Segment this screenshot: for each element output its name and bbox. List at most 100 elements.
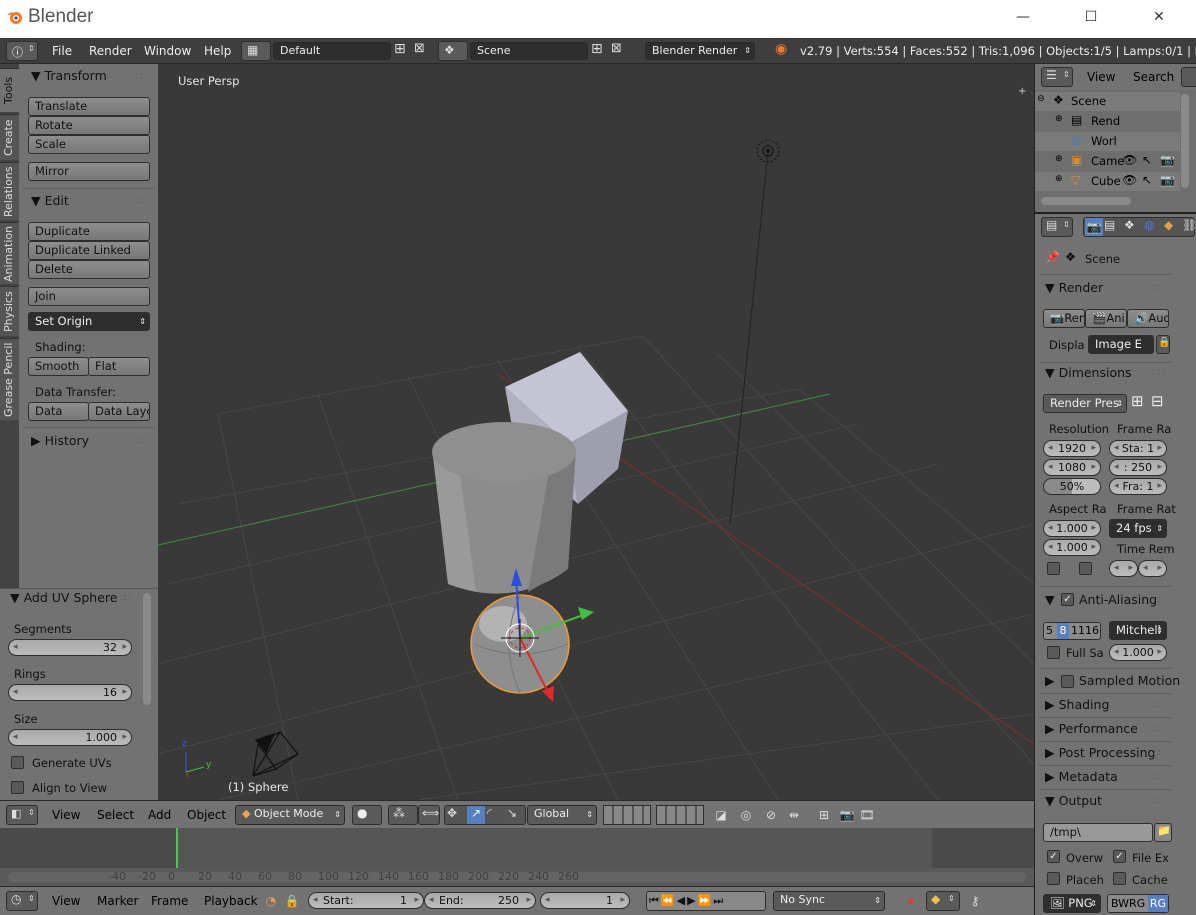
decrement-arrow-icon[interactable]: ◂ (1048, 521, 1053, 536)
display-mode-select[interactable] (1181, 67, 1196, 87)
collapse-icon[interactable]: ⊖ (1037, 94, 1045, 104)
aa-samples-8[interactable]: 8 (1057, 623, 1069, 639)
scene-browse-button[interactable]: ❖ (438, 41, 468, 61)
drag-grip-icon[interactable]: ∷∷ (1153, 724, 1165, 735)
decrement-arrow-icon[interactable]: ◂ (429, 893, 434, 908)
performance-panel-header[interactable]: ▶ Performance (1045, 721, 1138, 736)
delete-layout-icon[interactable]: ⊠ (414, 41, 425, 56)
aspect-x-field[interactable]: ◂ 1.000 ▸ (1043, 520, 1101, 537)
browse-folder-button[interactable]: 📁 (1154, 823, 1172, 842)
opengl-render-icon[interactable]: 📷 (838, 806, 856, 824)
shade-flat-button[interactable]: Flat (88, 357, 150, 376)
anti-aliasing-panel-header[interactable]: ▼ (1045, 592, 1055, 607)
decrement-arrow-icon[interactable]: ◂ (313, 893, 318, 908)
duplicate-linked-button[interactable]: Duplicate Linked (28, 241, 150, 260)
object-context-icon[interactable]: ◆ (1164, 218, 1173, 232)
sampled-motion-checkbox[interactable] (1061, 675, 1074, 688)
size-field[interactable]: ◂ 1.000 ▸ (8, 729, 132, 746)
edit-panel-header[interactable]: ▼ Edit (31, 193, 69, 208)
eye-icon[interactable]: 👁 (1122, 173, 1137, 187)
key-icon[interactable]: ⚷ (966, 892, 984, 910)
drag-grip-icon[interactable]: ∷∷ (1153, 283, 1165, 294)
menu-file[interactable]: File (52, 44, 72, 58)
list-item[interactable]: ◍ Worl (1035, 132, 1180, 151)
transform-orientation-select[interactable]: Global ⇕ (527, 805, 597, 825)
mode-select[interactable]: ◆ Object Mode ⇕ (235, 805, 345, 825)
editor-type-button[interactable]: ⓘ ⇕ (6, 41, 38, 61)
snap-element-icon[interactable]: ⇹ (785, 806, 803, 824)
decrement-arrow-icon[interactable]: ◂ (1048, 441, 1053, 456)
layer-buttons-1[interactable] (603, 805, 651, 825)
align-to-view-checkbox[interactable] (11, 781, 24, 794)
translate-button[interactable]: Translate (28, 97, 150, 116)
resolution-x-field[interactable]: ◂ 1920 ▸ (1043, 440, 1101, 457)
menu-window[interactable]: Window (144, 44, 191, 58)
play-icon[interactable]: ▶ (687, 894, 697, 907)
proportional-edit-icon[interactable]: ◎ (737, 806, 755, 824)
render-audio-button[interactable]: 🔊Audi (1127, 309, 1169, 328)
tab-create[interactable]: Create (0, 114, 19, 160)
post-processing-panel-header[interactable]: ▶ Post Processing (1045, 745, 1155, 760)
frame-step-field[interactable]: ◂ Fra: 1 ▸ (1109, 478, 1167, 495)
display-select[interactable]: Image E (1088, 335, 1154, 354)
color-mode-rgb[interactable]: RG (1129, 895, 1145, 912)
scene-name-field[interactable]: Scene (470, 42, 588, 60)
timeline-scrollbar[interactable] (8, 872, 1026, 882)
snap-icon[interactable]: ⊘ (762, 806, 780, 824)
increment-arrow-icon[interactable]: ▸ (1157, 561, 1162, 576)
increment-arrow-icon[interactable]: ▸ (1157, 441, 1162, 456)
resolution-y-field[interactable]: ◂ 1080 ▸ (1043, 459, 1101, 476)
dimensions-panel-header[interactable]: ▼ Dimensions (1045, 365, 1132, 380)
increment-arrow-icon[interactable]: ▸ (1157, 460, 1162, 475)
snap-target-icon[interactable]: ⊞ (815, 806, 833, 824)
expand-icon[interactable]: ⊕ (1055, 114, 1063, 124)
keying-button[interactable]: ◆ ⇕ (926, 891, 960, 911)
increment-arrow-icon[interactable]: ▸ (1091, 460, 1096, 475)
increment-arrow-icon[interactable]: ▸ (620, 893, 625, 908)
output-panel-header[interactable]: ▼ Output (1045, 793, 1102, 808)
crop-checkbox[interactable] (1079, 562, 1092, 575)
decrement-arrow-icon[interactable]: ◂ (1114, 645, 1119, 660)
drag-grip-icon[interactable]: ∷∷ (1153, 796, 1165, 807)
scene-context-icon[interactable]: ❖ (1124, 218, 1135, 232)
aa-samples-16[interactable]: 16 (1085, 623, 1099, 639)
remove-preset-icon[interactable]: ⊟ (1151, 392, 1164, 410)
add-uv-sphere-header[interactable]: ▼ Add UV Sphere (10, 590, 117, 605)
generate-uvs-checkbox[interactable] (11, 756, 24, 769)
layout-name-field[interactable]: Default (273, 42, 391, 60)
pin-icon[interactable]: 📌 (1045, 250, 1060, 264)
menu-search[interactable]: Search (1133, 70, 1174, 84)
placeholders-checkbox[interactable] (1047, 872, 1060, 885)
increment-arrow-icon[interactable]: ▸ (1091, 441, 1096, 456)
lock-interface-button[interactable]: 🔒 (1156, 335, 1170, 354)
render-icon[interactable]: 📷 (1160, 153, 1175, 167)
sampled-motion-panel-header[interactable]: ▶ (1045, 673, 1055, 688)
record-icon[interactable]: ⏺ (902, 892, 920, 910)
increment-arrow-icon[interactable]: ▸ (1128, 561, 1133, 576)
opengl-anim-icon[interactable]: 🎞 (858, 806, 876, 824)
menu-frame[interactable]: Frame (151, 894, 188, 908)
decrement-arrow-icon[interactable]: ◂ (13, 640, 18, 655)
editor-type-button[interactable]: ☰ ⇕ (1041, 67, 1073, 87)
file-format-select[interactable]: 🖼 PNG ⇕ (1043, 894, 1101, 913)
expand-icon[interactable]: ⊕ (1055, 154, 1063, 164)
aa-samples-11[interactable]: 11 (1071, 623, 1085, 639)
layout-browse-button[interactable]: ▦ (241, 41, 271, 61)
list-item[interactable]: ⊕ ▽ Cube 👁 ↖ 📷 (1035, 172, 1180, 191)
aspect-y-field[interactable]: ◂ 1.000 ▸ (1043, 539, 1101, 556)
increment-arrow-icon[interactable]: ▸ (122, 640, 127, 655)
drag-grip-icon[interactable]: ∷∷ (1153, 368, 1165, 379)
drag-grip-icon[interactable]: ∷∷ (119, 593, 131, 604)
menu-render[interactable]: Render (89, 44, 132, 58)
tab-grease-pencil[interactable]: Grease Pencil (0, 338, 19, 420)
editor-type-button[interactable]: ◷ ⇕ (6, 891, 38, 911)
maximize-button[interactable]: ☐ (1068, 0, 1114, 34)
menu-view[interactable]: View (52, 894, 80, 908)
anti-aliasing-checkbox[interactable]: ✓ (1061, 593, 1074, 606)
rotate-manipulator-icon[interactable]: ◜ (487, 806, 492, 820)
properties-toggle-icon[interactable]: + (1018, 86, 1026, 97)
lock-icon[interactable]: 🔒 (283, 892, 301, 910)
increment-arrow-icon[interactable]: ▸ (414, 893, 419, 908)
end-frame-field[interactable]: ◂ End: 250 ▸ (424, 892, 536, 909)
decrement-arrow-icon[interactable]: ◂ (1114, 441, 1119, 456)
